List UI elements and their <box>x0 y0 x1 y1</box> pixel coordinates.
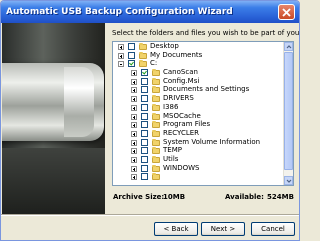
footer-divider <box>1 214 299 216</box>
usb-drive-shadow <box>2 148 105 215</box>
tree-item-checkbox[interactable] <box>128 60 135 68</box>
tree-item-label: System Volume Information <box>163 137 261 146</box>
chevron-up-icon <box>286 45 292 49</box>
cancel-button[interactable]: Cancel <box>251 222 295 236</box>
tree-item-label: DRIVERS <box>163 94 194 103</box>
tree-item-label: I386 <box>163 102 179 111</box>
collapse-icon[interactable] <box>118 61 124 68</box>
expand-icon[interactable] <box>131 122 137 129</box>
tree-item-checkbox[interactable] <box>128 43 135 50</box>
available-value: 524MB <box>267 193 294 201</box>
tree-item-checkbox[interactable] <box>141 121 148 129</box>
tree-item-checkbox[interactable] <box>141 103 148 111</box>
tree-item-label: Documents and Settings <box>163 85 250 94</box>
folder-icon <box>152 121 160 129</box>
tree-item-label: CanoScan <box>163 68 198 77</box>
folder-icon <box>139 60 147 68</box>
tree-item-checkbox[interactable] <box>141 112 148 120</box>
archive-size-value: 10MB <box>163 193 186 201</box>
tree-item[interactable]: My Documents <box>113 50 284 61</box>
next-button[interactable]: Next > <box>201 222 245 236</box>
tree-item-checkbox[interactable] <box>141 164 148 172</box>
folder-icon <box>152 95 160 103</box>
archive-size-label: Archive Size: <box>113 193 165 201</box>
expand-icon[interactable] <box>118 44 124 50</box>
folder-icon <box>152 69 160 77</box>
expand-icon[interactable] <box>131 113 137 120</box>
expand-icon[interactable] <box>131 130 137 137</box>
chevron-down-icon <box>286 179 292 183</box>
tree-item-label: MSOCache <box>163 111 201 120</box>
folder-tree-rows: Desktop My Documents C: CanoScan Config.Msi D… <box>113 42 284 182</box>
tree-item-checkbox[interactable] <box>128 51 135 59</box>
folder-icon <box>152 173 160 181</box>
tree-item-checkbox[interactable] <box>141 138 148 146</box>
expand-icon[interactable] <box>131 148 137 155</box>
tree-item-label: Config.Msi <box>163 76 200 85</box>
tree-item-label: C: <box>150 59 158 68</box>
tree-item[interactable] <box>113 173 284 182</box>
scroll-thumb[interactable] <box>284 52 293 170</box>
folder-icon <box>152 164 160 172</box>
folder-icon <box>152 129 160 137</box>
tree-item[interactable]: TEMP <box>113 146 284 156</box>
tree-item-checkbox[interactable] <box>141 147 148 155</box>
tree-item-label: Utils <box>163 154 179 163</box>
back-button[interactable]: < Back <box>154 222 198 236</box>
tree-item-checkbox[interactable] <box>141 155 148 163</box>
instruction-text: Select the folders and files you wish to… <box>112 29 300 37</box>
expand-icon[interactable] <box>131 165 137 172</box>
scroll-down-button[interactable] <box>284 176 293 185</box>
tree-item-checkbox[interactable] <box>141 69 148 77</box>
usb-drive-image <box>2 23 105 215</box>
close-button[interactable] <box>278 4 295 20</box>
tree-item-label: Desktop <box>150 42 179 50</box>
folder-icon <box>152 86 160 94</box>
tree-item-label: TEMP <box>163 146 182 155</box>
expand-icon[interactable] <box>131 96 137 103</box>
folder-icon <box>152 103 160 111</box>
folder-icon <box>139 51 147 59</box>
tree-item-label: Program Files <box>163 120 211 129</box>
expand-icon[interactable] <box>131 174 137 181</box>
folder-icon <box>139 43 147 50</box>
tree-item-label: My Documents <box>150 50 203 59</box>
expand-icon[interactable] <box>118 52 124 59</box>
wizard-window: Automatic USB Backup Configuration Wizar… <box>0 0 300 241</box>
expand-icon[interactable] <box>131 78 137 85</box>
expand-icon[interactable] <box>131 139 137 146</box>
tree-item[interactable]: DRIVERS <box>113 94 284 104</box>
folder-icon <box>152 138 160 146</box>
tree-item-checkbox[interactable] <box>141 77 148 85</box>
folder-icon <box>152 155 160 163</box>
expand-icon[interactable] <box>131 70 137 77</box>
window-title: Automatic USB Backup Configuration Wizar… <box>6 7 233 17</box>
expand-icon[interactable] <box>131 87 137 94</box>
folder-icon <box>152 112 160 120</box>
tree-item-label: WINDOWS <box>163 163 200 172</box>
folder-tree[interactable]: Desktop My Documents C: CanoScan Config.Msi D… <box>112 41 294 186</box>
expand-icon[interactable] <box>131 104 137 111</box>
close-icon <box>282 8 291 17</box>
tree-item[interactable]: Documents and Settings <box>113 85 284 95</box>
tree-item-checkbox[interactable] <box>141 129 148 137</box>
folder-icon <box>152 77 160 85</box>
folder-icon <box>152 147 160 155</box>
tree-item[interactable]: WINDOWS <box>113 163 284 174</box>
title-bar[interactable]: Automatic USB Backup Configuration Wizar… <box>1 1 299 23</box>
tree-item-checkbox[interactable] <box>141 95 148 103</box>
scroll-up-button[interactable] <box>284 42 293 51</box>
tree-item-checkbox[interactable] <box>141 86 148 94</box>
tree-item-label: RECYCLER <box>163 128 200 137</box>
tree-item[interactable]: C: <box>113 59 284 69</box>
available-label: Available: <box>225 193 264 201</box>
usb-drive-cap <box>64 67 94 137</box>
expand-icon[interactable] <box>131 156 137 163</box>
tree-item[interactable]: System Volume Information <box>113 137 284 148</box>
tree-item-checkbox[interactable] <box>141 173 148 181</box>
tree-scrollbar[interactable] <box>283 42 293 185</box>
